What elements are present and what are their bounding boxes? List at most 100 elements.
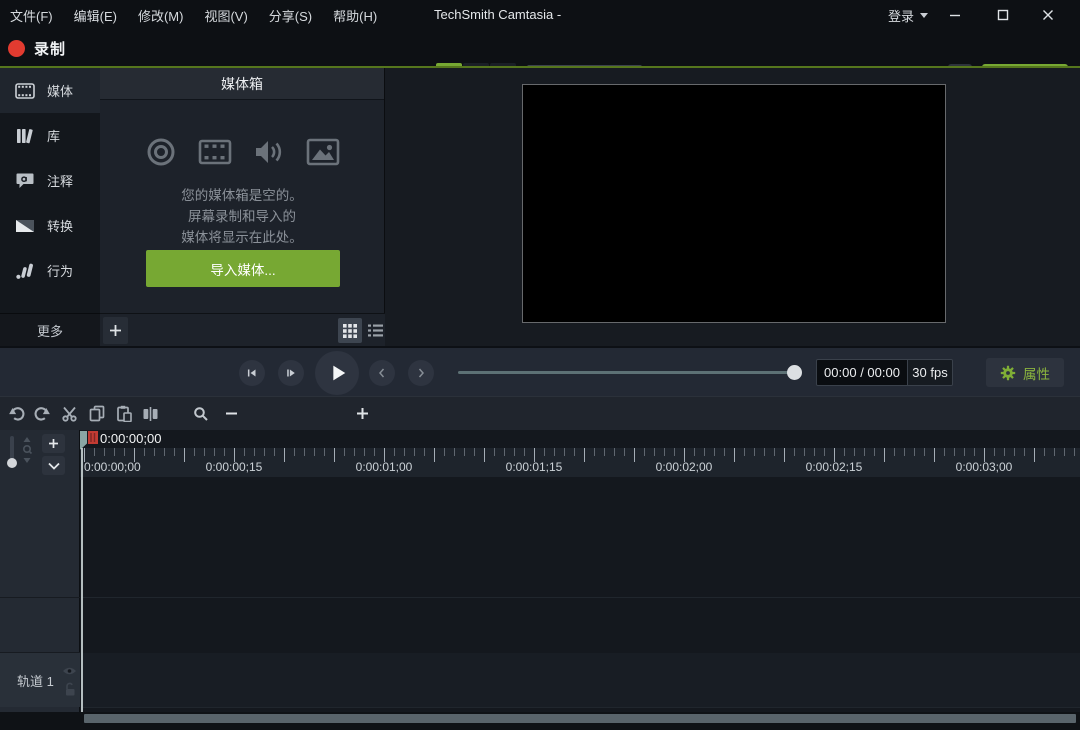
- seek-slider-track[interactable]: [458, 371, 798, 374]
- track-visibility-icon[interactable]: [62, 666, 77, 676]
- grid-view-icon: [343, 324, 357, 338]
- empty-text-line: 媒体将显示在此处。: [100, 227, 384, 248]
- import-media-label: 导入媒体...: [210, 259, 275, 279]
- timeline: 0:00:00;00 0:00:00;15 0:00:01;00 0:00:01…: [0, 430, 1080, 730]
- step-back-button[interactable]: [239, 360, 265, 386]
- sidebar-item-label: 转换: [47, 216, 73, 235]
- chevron-right-icon: [415, 367, 427, 379]
- track1-header[interactable]: 轨道 1: [0, 653, 80, 707]
- chevron-down-icon: [48, 462, 60, 470]
- sidebar-item-behaviors[interactable]: 行为: [0, 248, 100, 293]
- minimize-button[interactable]: [935, 0, 975, 30]
- collapse-tracks-button[interactable]: [42, 456, 65, 475]
- scissors-icon: [61, 406, 78, 422]
- current-time-display: 00:00 / 00:00: [817, 360, 907, 385]
- lane-divider: [81, 597, 1080, 598]
- zoom-out-button[interactable]: [219, 401, 244, 426]
- record-button[interactable]: 录制: [8, 30, 66, 66]
- cut-button[interactable]: [57, 401, 82, 426]
- menu-file[interactable]: 文件(F): [10, 6, 53, 25]
- playhead-time-label: 0:00:00;00: [100, 431, 161, 446]
- sidebar-more-label: 更多: [37, 321, 63, 340]
- behaviors-icon: [15, 261, 35, 281]
- sidebar-item-label: 媒体: [47, 81, 73, 100]
- sidebar-item-label: 注释: [47, 171, 73, 190]
- audio-icon: [253, 136, 285, 168]
- track-height-slider-knob[interactable]: [7, 458, 17, 468]
- maximize-button[interactable]: [983, 0, 1023, 30]
- record-circle-icon: [145, 136, 177, 168]
- grid-view-button[interactable]: [338, 318, 362, 343]
- split-button[interactable]: [138, 401, 163, 426]
- paste-button[interactable]: [111, 401, 136, 426]
- ruler-label: 0:00:02;15: [806, 460, 863, 474]
- time-display-box: 00:00 / 00:00 30 fps: [816, 359, 953, 386]
- close-button[interactable]: [1028, 0, 1068, 30]
- sidebar-item-transitions[interactable]: 转换: [0, 203, 100, 248]
- seek-slider-knob[interactable]: [787, 365, 802, 380]
- timeline-zoom-button[interactable]: [188, 401, 213, 426]
- step-back-icon: [245, 366, 259, 380]
- ruler-label: 0:00:00;00: [84, 460, 141, 474]
- magnifier-icon: [193, 406, 209, 422]
- add-track-button[interactable]: [42, 434, 65, 453]
- import-media-button[interactable]: 导入媒体...: [146, 250, 340, 287]
- plus-icon: [48, 438, 59, 449]
- sidebar-item-library[interactable]: 库: [0, 113, 100, 158]
- plus-icon: [356, 407, 369, 420]
- window-title: TechSmith Camtasia -: [434, 7, 561, 22]
- image-icon: [306, 137, 340, 167]
- track-lock-icon[interactable]: [64, 682, 76, 696]
- sidebar-item-label: 行为: [47, 261, 73, 280]
- track-height-zoom-icon: [21, 436, 33, 464]
- next-button[interactable]: [408, 360, 434, 386]
- menu-share[interactable]: 分享(S): [269, 6, 312, 25]
- list-view-icon: [368, 324, 383, 337]
- properties-button[interactable]: 属性: [986, 358, 1064, 387]
- horizontal-scrollbar[interactable]: [84, 714, 1076, 723]
- ruler-label: 0:00:01;00: [356, 460, 413, 474]
- track1-lane[interactable]: [81, 653, 1080, 707]
- login-button[interactable]: 登录: [888, 0, 928, 30]
- media-bin-empty-icons: [100, 136, 384, 168]
- add-media-button[interactable]: [103, 317, 128, 344]
- minimize-icon: [949, 9, 961, 21]
- canvas-area: [385, 68, 1080, 346]
- header-divider: [0, 597, 80, 598]
- undo-button[interactable]: [4, 401, 29, 426]
- media-bin-header: 媒体箱: [100, 68, 384, 100]
- play-button[interactable]: [315, 351, 359, 395]
- sidebar-more-button[interactable]: 更多: [0, 313, 100, 346]
- step-forward-button[interactable]: [278, 360, 304, 386]
- menu-help[interactable]: 帮助(H): [333, 6, 377, 25]
- chevron-down-icon: [920, 13, 928, 18]
- empty-text-line: 屏幕录制和导入的: [100, 206, 384, 227]
- sidebar-item-annotations[interactable]: 注释: [0, 158, 100, 203]
- timeline-bottom-strip: [0, 712, 1080, 730]
- sidebar-item-media[interactable]: 媒体: [0, 68, 100, 113]
- ruler-label: 0:00:03;00: [956, 460, 1013, 474]
- fps-display: 30 fps: [907, 360, 952, 385]
- menu-edit[interactable]: 编辑(E): [74, 6, 117, 25]
- previous-button[interactable]: [369, 360, 395, 386]
- zoom-in-button[interactable]: [350, 401, 375, 426]
- redo-button[interactable]: [30, 401, 55, 426]
- minus-icon: [225, 407, 238, 420]
- timeline-ruler[interactable]: 0:00:00;00 0:00:00;15 0:00:01;00 0:00:01…: [80, 448, 1080, 477]
- copy-icon: [89, 405, 105, 422]
- copy-button[interactable]: [84, 401, 109, 426]
- step-forward-icon: [284, 366, 298, 380]
- play-icon: [326, 362, 348, 384]
- callout-icon: [15, 172, 35, 190]
- transition-icon: [15, 219, 35, 233]
- playhead-line[interactable]: [81, 448, 83, 712]
- chevron-left-icon: [376, 367, 388, 379]
- playback-bar: 00:00 / 00:00 30 fps 属性: [0, 346, 1080, 396]
- gear-icon: [1000, 365, 1016, 381]
- menu-modify[interactable]: 修改(M): [138, 6, 184, 25]
- app-toolbar: 录制 22%: [0, 30, 1080, 66]
- menu-view[interactable]: 视图(V): [204, 6, 247, 25]
- ruler-label: 0:00:00;15: [206, 460, 263, 474]
- list-view-button[interactable]: [363, 318, 387, 343]
- split-icon: [142, 406, 159, 422]
